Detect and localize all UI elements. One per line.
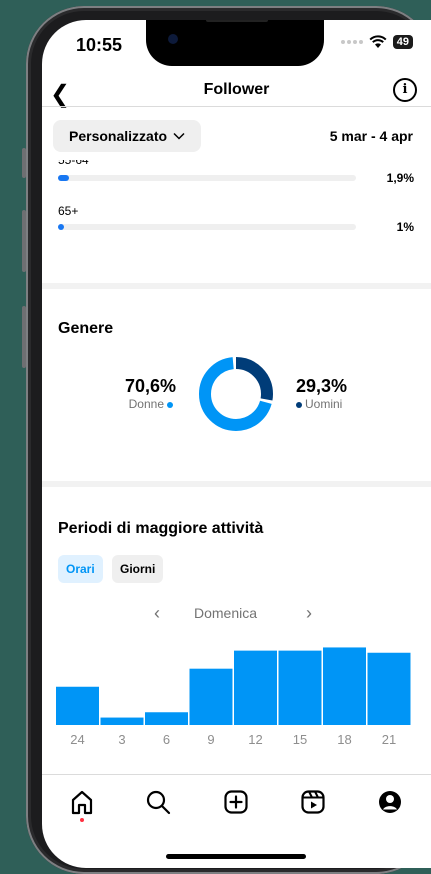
men-percent: 29,3% bbox=[296, 376, 348, 396]
age-section: 55-64 1,9% 65+ 1% bbox=[42, 160, 431, 290]
date-range: 5 mar - 4 apr bbox=[329, 128, 413, 144]
header-divider bbox=[42, 106, 431, 107]
age-row: 65+ 1% bbox=[58, 204, 414, 234]
create-icon[interactable] bbox=[222, 788, 250, 816]
men-legend-dot bbox=[296, 401, 302, 408]
x-tick-label: 9 bbox=[207, 732, 215, 747]
activity-bar bbox=[145, 712, 188, 725]
x-tick-label: 12 bbox=[248, 732, 263, 747]
age-bar-track bbox=[58, 224, 356, 230]
status-indicators: 49 bbox=[340, 35, 413, 49]
activity-bar bbox=[100, 717, 144, 725]
activity-title: Periodi di maggiore attività bbox=[58, 520, 264, 537]
activity-bar bbox=[189, 668, 233, 725]
section-divider bbox=[42, 283, 431, 289]
x-tick-label: 18 bbox=[337, 732, 352, 747]
battery-level: 49 bbox=[392, 35, 413, 49]
gender-men: 29,3% Uomini bbox=[296, 376, 347, 411]
date-filter-dropdown[interactable]: Personalizzato bbox=[53, 120, 202, 152]
home-indicator bbox=[166, 854, 306, 859]
gender-women: 70,6% Donne bbox=[42, 376, 176, 411]
chevron-right-icon[interactable]: › bbox=[306, 603, 312, 624]
women-legend-dot bbox=[167, 401, 173, 408]
front-camera bbox=[168, 34, 178, 44]
gender-donut-chart bbox=[199, 357, 273, 431]
speaker bbox=[206, 20, 268, 22]
women-label: Donne bbox=[128, 397, 164, 411]
activity-bar bbox=[234, 650, 277, 725]
age-bar-track bbox=[58, 175, 356, 181]
reels-icon[interactable] bbox=[299, 788, 327, 816]
filter-label: Personalizzato bbox=[69, 128, 168, 144]
age-label: 55-64 bbox=[58, 160, 89, 167]
tab-hours[interactable]: Orari bbox=[58, 555, 103, 583]
activity-bar bbox=[56, 686, 99, 725]
status-time: 10:55 bbox=[76, 35, 123, 55]
day-label: Domenica bbox=[194, 605, 258, 621]
x-tick-label: 3 bbox=[118, 732, 126, 747]
page-header: ❮ Follower i bbox=[42, 78, 431, 108]
day-navigator: ‹ Domenica › bbox=[42, 603, 431, 627]
search-icon[interactable] bbox=[144, 788, 172, 816]
info-icon[interactable]: i bbox=[393, 78, 417, 102]
page-title: Follower bbox=[203, 81, 270, 98]
age-bar-fill bbox=[58, 224, 64, 230]
age-bar-fill bbox=[58, 175, 70, 181]
gender-title: Genere bbox=[58, 320, 114, 337]
age-percent: 1% bbox=[396, 220, 414, 234]
wifi-icon bbox=[369, 35, 387, 48]
section-divider bbox=[42, 481, 431, 487]
activity-bar bbox=[367, 652, 411, 725]
x-tick-label: 6 bbox=[162, 732, 171, 747]
phone-screen: 10:55 49 ❮ Follower i Personalizzato 5 m… bbox=[42, 20, 431, 868]
notification-dot bbox=[80, 818, 84, 822]
chevron-down-icon bbox=[173, 132, 185, 140]
age-row: 55-64 1,9% bbox=[58, 160, 414, 185]
x-tick-label: 24 bbox=[70, 732, 85, 747]
activity-bar-chart bbox=[56, 647, 411, 725]
home-icon[interactable] bbox=[68, 788, 96, 816]
profile-icon[interactable] bbox=[376, 788, 404, 816]
activity-bar bbox=[278, 650, 322, 725]
age-label: 65+ bbox=[58, 204, 79, 218]
age-percent: 1,9% bbox=[386, 171, 414, 185]
tab-days[interactable]: Giorni bbox=[112, 555, 164, 583]
signal-icon bbox=[340, 40, 363, 44]
men-label: Uomini bbox=[305, 397, 343, 411]
x-tick-label: 21 bbox=[381, 732, 397, 747]
bottom-nav-divider bbox=[42, 774, 431, 775]
notch bbox=[146, 20, 324, 66]
chevron-left-icon[interactable]: ‹ bbox=[154, 603, 160, 624]
activity-bar bbox=[323, 647, 366, 725]
x-tick-label: 15 bbox=[292, 732, 308, 747]
women-percent: 70,6% bbox=[124, 376, 176, 396]
